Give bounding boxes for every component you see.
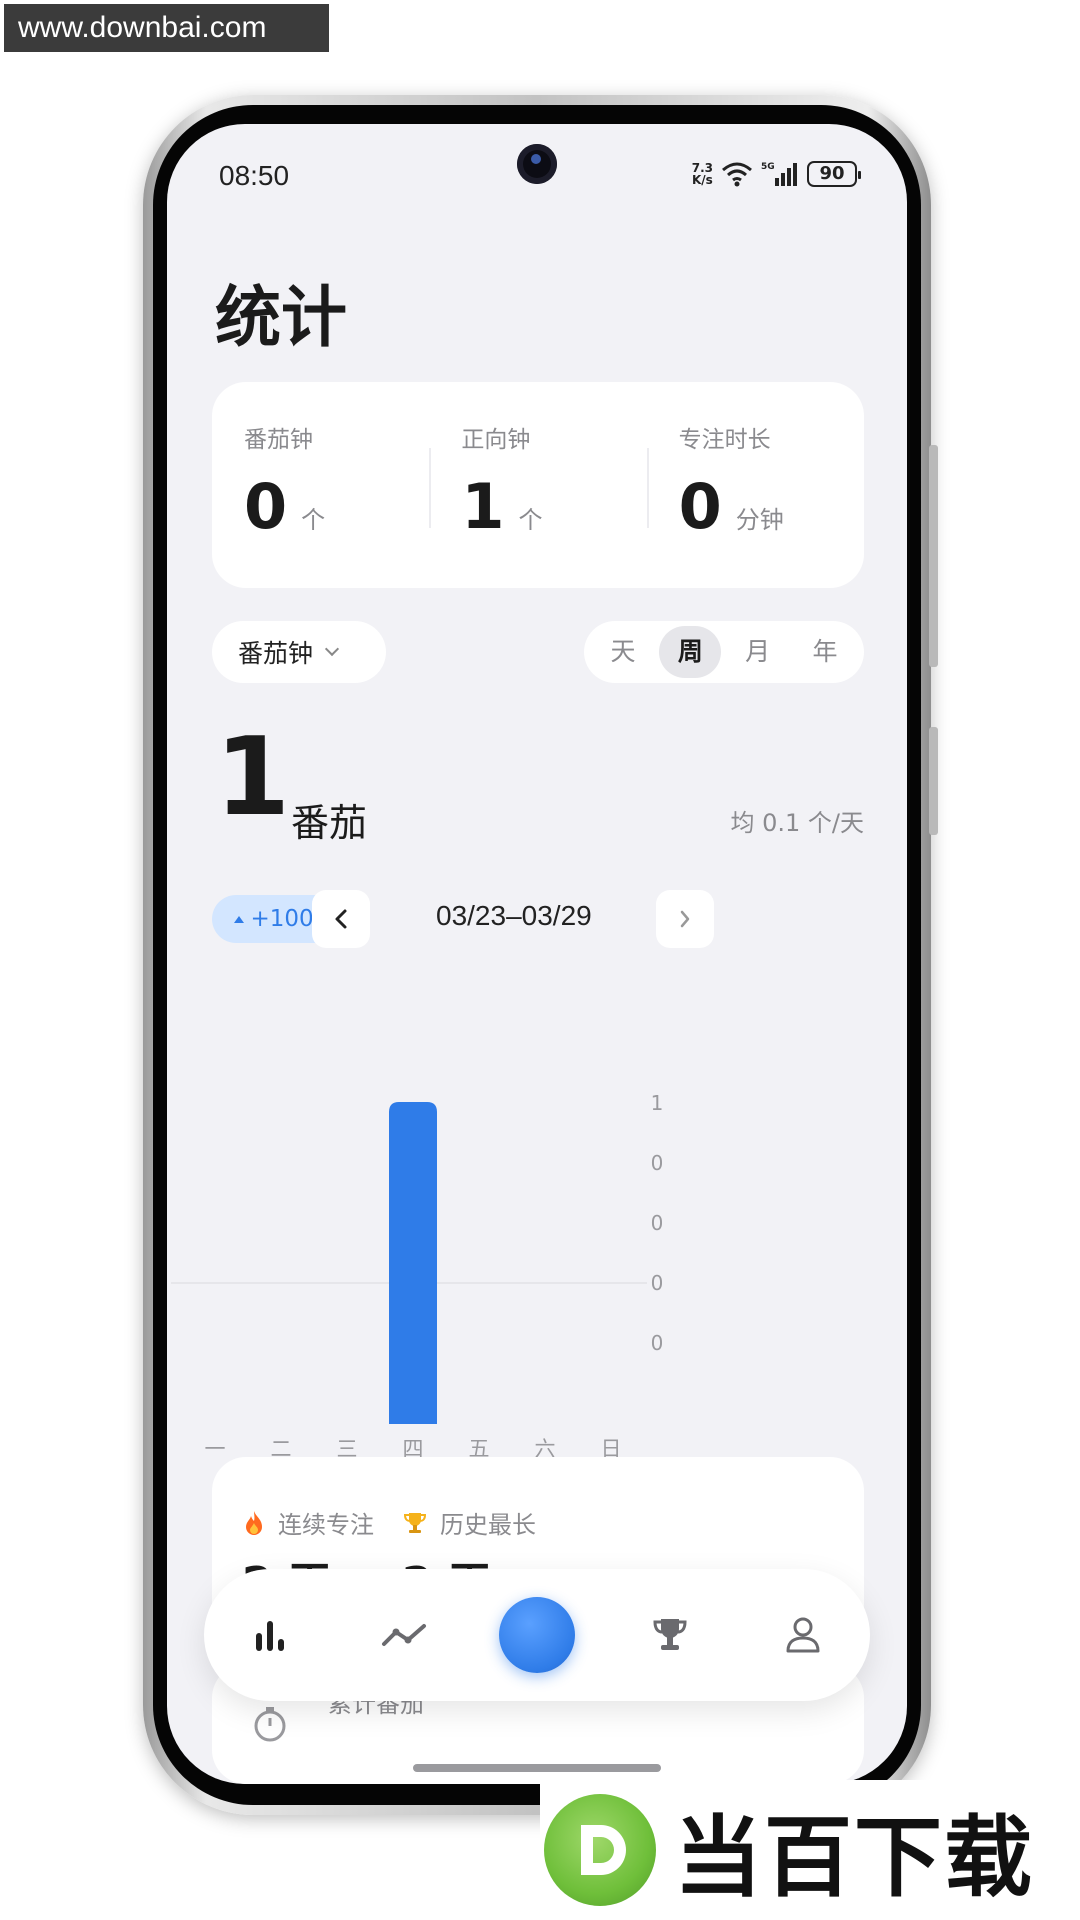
logo-text: 当百下载 bbox=[674, 1805, 1035, 1909]
chevron-down-icon bbox=[324, 641, 340, 657]
phone-screen: 08:50 7.3 K/s 5G 90 统计 番茄钟 0 个 正向钟 1 个 专… bbox=[167, 124, 907, 1784]
front-camera bbox=[517, 144, 557, 184]
summary-unit: 个 bbox=[518, 506, 543, 534]
y-tick-label: 0 bbox=[651, 1331, 664, 1355]
timer-icon bbox=[254, 1707, 286, 1742]
summary-unit: 个 bbox=[301, 506, 326, 534]
profile-icon bbox=[786, 1617, 820, 1653]
prev-week-button[interactable] bbox=[312, 890, 370, 948]
type-dropdown-label: 番茄钟 bbox=[238, 639, 314, 668]
net-speed: 7.3 K/s bbox=[692, 162, 713, 186]
tab-day[interactable]: 天 bbox=[592, 626, 654, 678]
tab-profile[interactable] bbox=[758, 1590, 848, 1680]
summary-countup: 正向钟 1 个 bbox=[429, 382, 646, 588]
average-per-day: 均 0.1 个/天 bbox=[730, 809, 864, 837]
battery-icon: 90 bbox=[807, 161, 861, 187]
status-icons: 7.3 K/s 5G 90 bbox=[692, 160, 861, 188]
logo-badge-icon bbox=[544, 1794, 656, 1906]
chevron-left-icon bbox=[335, 909, 347, 929]
range-tabs: 天 周 月 年 bbox=[584, 621, 864, 683]
y-tick-label: 0 bbox=[651, 1211, 664, 1235]
home-indicator[interactable] bbox=[413, 1764, 661, 1772]
trend-icon bbox=[381, 1624, 426, 1646]
y-tick-label: 0 bbox=[651, 1151, 664, 1175]
tab-week[interactable]: 周 bbox=[659, 626, 722, 678]
summary-focus-duration: 专注时长 0 分钟 bbox=[646, 382, 864, 588]
summary-value: 0 bbox=[244, 470, 288, 543]
tab-stats[interactable] bbox=[226, 1590, 316, 1680]
tab-trend[interactable] bbox=[359, 1590, 449, 1680]
x-tick-label: 一 bbox=[205, 1437, 226, 1461]
type-dropdown[interactable]: 番茄钟 bbox=[212, 621, 386, 683]
total-unit: 番茄 bbox=[291, 801, 368, 845]
power-button bbox=[929, 727, 938, 835]
y-tick-label: 1 bbox=[651, 1091, 664, 1115]
summary-label: 正向钟 bbox=[461, 427, 531, 453]
volume-button bbox=[929, 445, 938, 667]
next-week-button[interactable] bbox=[656, 890, 714, 948]
summary-value: 1 bbox=[461, 470, 505, 543]
y-tick-label: 0 bbox=[651, 1271, 664, 1295]
start-focus-button[interactable] bbox=[498, 1597, 575, 1673]
summary-label: 番茄钟 bbox=[244, 427, 313, 453]
bottom-tab-bar bbox=[204, 1569, 870, 1701]
summary-pomodoro: 番茄钟 0 个 bbox=[212, 382, 429, 588]
stats-icon bbox=[255, 1621, 284, 1651]
summary-card: 番茄钟 0 个 正向钟 1 个 专注时长 0 分钟 bbox=[212, 382, 864, 588]
svg-text:5G: 5G bbox=[761, 162, 775, 172]
arrow-up-icon bbox=[234, 915, 245, 923]
streak-label: 连续专注 bbox=[278, 1511, 374, 1539]
best-header: 历史最长 bbox=[402, 1505, 536, 1540]
date-range: 03/23–03/29 bbox=[436, 900, 592, 931]
streak-header: 连续专注 bbox=[242, 1505, 374, 1540]
wifi-icon bbox=[722, 162, 752, 187]
summary-unit: 分钟 bbox=[735, 506, 784, 534]
status-time: 08:50 bbox=[219, 160, 290, 191]
summary-label: 专注时长 bbox=[678, 427, 771, 453]
trophy-icon bbox=[403, 1512, 427, 1533]
net-speed-unit: K/s bbox=[691, 173, 713, 187]
best-label: 历史最长 bbox=[440, 1511, 536, 1539]
watermark-url: www.downbai.com bbox=[4, 4, 329, 52]
tab-month[interactable]: 月 bbox=[727, 626, 789, 678]
signal-icon: 5G bbox=[761, 162, 797, 186]
chart-bar[interactable] bbox=[389, 1102, 437, 1424]
trophy-icon bbox=[653, 1619, 687, 1650]
summary-value: 0 bbox=[678, 470, 722, 543]
page-title: 统计 bbox=[215, 279, 347, 356]
fire-icon bbox=[246, 1510, 262, 1535]
chevron-right-icon bbox=[680, 910, 690, 928]
tab-start-focus[interactable] bbox=[492, 1590, 582, 1680]
logo-watermark: 当百下载 bbox=[540, 1780, 1080, 1920]
tab-achievements[interactable] bbox=[625, 1590, 715, 1680]
total-value: 1 bbox=[215, 715, 291, 840]
tab-year[interactable]: 年 bbox=[794, 626, 856, 678]
